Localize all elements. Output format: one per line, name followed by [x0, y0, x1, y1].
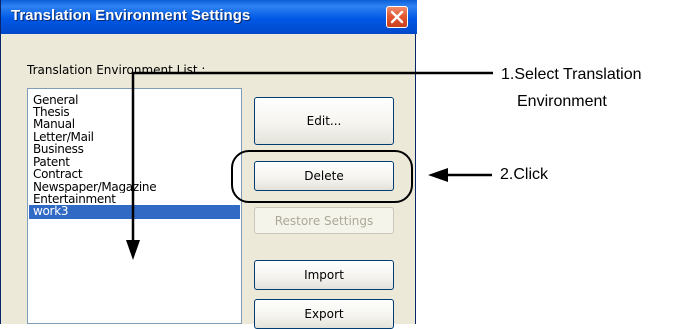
- step1-callout-line1: 1.Select Translation: [501, 66, 642, 83]
- step1-callout-line2: Environment: [517, 93, 607, 110]
- callout-arrows: [126, 71, 493, 260]
- step1-arrowhead-icon: [126, 240, 140, 260]
- step2-callout: 2.Click: [500, 166, 549, 183]
- step1-arrow-line: [131, 71, 493, 243]
- step2-arrowhead-icon: [428, 168, 448, 182]
